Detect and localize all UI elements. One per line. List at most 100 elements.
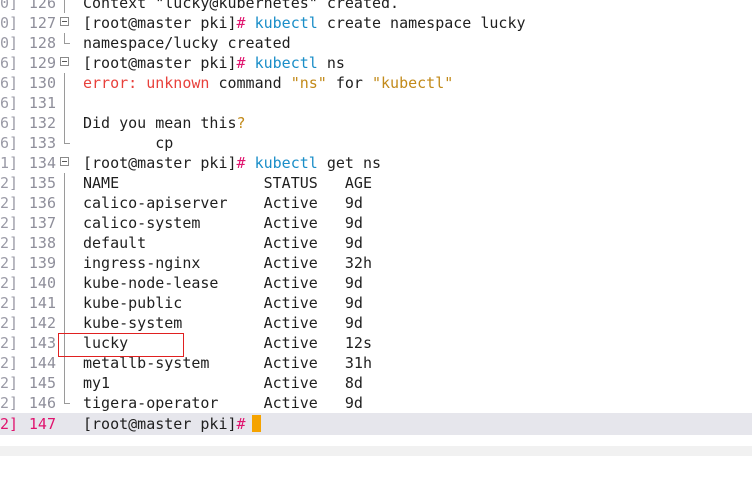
error-word: unknown — [137, 74, 210, 92]
line-number: 144 — [28, 354, 56, 372]
timestamp-fragment: 0] — [0, 14, 19, 32]
timestamp-fragment: 2] — [0, 234, 19, 252]
fold-toggle-icon[interactable] — [60, 57, 69, 66]
command-name: kubectl — [254, 14, 318, 32]
prompt-hash: # — [236, 14, 246, 32]
line-number: 147 — [28, 415, 56, 433]
line-number: 143 — [28, 334, 56, 352]
error-text: command — [209, 74, 291, 92]
line-number: 128 — [28, 34, 56, 52]
timestamp-fragment: 6] — [0, 74, 19, 92]
terminal-line: 6] 130 error: unknown command "ns" for "k… — [0, 73, 752, 93]
output-text: tigera-operator Active 9d — [83, 394, 363, 412]
table-row: 2] 137 calico-system Active 9d — [0, 213, 752, 233]
table-row: 2] 145 my1 Active 8d — [0, 373, 752, 393]
terminal-window[interactable]: 0] 126 Context "lucky@kubernetes" created… — [0, 0, 752, 456]
table-row: 2] 146 tigera-operator Active 9d — [0, 393, 752, 413]
line-number: 132 — [28, 114, 56, 132]
timestamp-fragment: 2] — [0, 254, 19, 272]
highlight-box — [58, 333, 184, 357]
timestamp-fragment: 2] — [0, 354, 19, 372]
timestamp-fragment: 2] — [0, 314, 19, 332]
timestamp-fragment: 2] — [0, 294, 19, 312]
terminal-line: 6] 131 — [0, 93, 752, 113]
output-text: calico-system Active 9d — [83, 214, 363, 232]
prompt-hash: # — [236, 54, 246, 72]
fold-toggle-icon[interactable] — [60, 17, 69, 26]
line-number: 131 — [28, 94, 56, 112]
output-text: namespace/lucky created — [83, 34, 291, 52]
line-number: 135 — [28, 174, 56, 192]
line-number: 130 — [28, 74, 56, 92]
terminal-line: 6] 132 Did you mean this? — [0, 113, 752, 133]
table-row: 2] 142 kube-system Active 9d — [0, 313, 752, 333]
terminal-line: 0] 128 namespace/lucky created — [0, 33, 752, 53]
terminal-line: 1] 134 [root@master pki]# kubectl get ns — [0, 153, 752, 173]
output-text: my1 Active 8d — [83, 374, 363, 392]
timestamp-fragment: 6] — [0, 114, 19, 132]
timestamp-fragment: 0] — [0, 34, 19, 52]
line-number: 126 — [28, 0, 56, 12]
output-text: calico-apiserver Active 9d — [83, 194, 363, 212]
error-text: for — [326, 74, 372, 92]
line-number: 142 — [28, 314, 56, 332]
terminal-line: 0] 126 Context "lucky@kubernetes" created… — [0, 0, 752, 13]
line-number: 141 — [28, 294, 56, 312]
terminal-line: 6] 129 [root@master pki]# kubectl ns — [0, 53, 752, 73]
shell-prompt: [root@master pki] — [83, 154, 237, 172]
error-label: error: — [83, 74, 138, 92]
terminal-line: 0] 127 [root@master pki]# kubectl create … — [0, 13, 752, 33]
line-number: 133 — [28, 134, 56, 152]
line-number: 138 — [28, 234, 56, 252]
table-header-row: 2] 135 NAME STATUS AGE — [0, 173, 752, 193]
line-number: 140 — [28, 274, 56, 292]
output-text: Context "lucky@kubernetes" created. — [83, 0, 400, 12]
timestamp-fragment: 2] — [0, 174, 19, 192]
output-text: kube-node-lease Active 9d — [83, 274, 363, 292]
fold-toggle-icon[interactable] — [60, 157, 69, 166]
question-mark: ? — [236, 114, 246, 132]
output-text: kube-system Active 9d — [83, 314, 363, 332]
timestamp-fragment: 1] — [0, 154, 19, 172]
table-row: 2] 139 ingress-nginx Active 32h — [0, 253, 752, 273]
table-row: 2] 136 calico-apiserver Active 9d — [0, 193, 752, 213]
output-text: cp — [83, 134, 174, 152]
table-row: 2] 138 default Active 9d — [0, 233, 752, 253]
prompt-hash: # — [236, 415, 246, 433]
timestamp-fragment: 2] — [0, 274, 19, 292]
line-number: 146 — [28, 394, 56, 412]
timestamp-fragment: 6] — [0, 94, 19, 112]
timestamp-fragment: 2] — [0, 194, 19, 212]
timestamp-fragment: 2] — [0, 334, 19, 352]
command-args: ns — [317, 54, 345, 72]
output-text: ingress-nginx Active 32h — [83, 254, 372, 272]
error-string: "kubectl" — [372, 74, 454, 92]
shell-prompt: [root@master pki] — [83, 14, 237, 32]
command-name: kubectl — [254, 154, 318, 172]
timestamp-fragment: 0] — [0, 0, 19, 12]
line-number: 136 — [28, 194, 56, 212]
timestamp-fragment: 6] — [0, 54, 19, 72]
bottom-padding — [0, 446, 752, 456]
line-number: 139 — [28, 254, 56, 272]
current-input-line[interactable]: 2] 147 [root@master pki]# — [0, 413, 752, 435]
table-row: 2] 141 kube-public Active 9d — [0, 293, 752, 313]
timestamp-fragment: 2] — [0, 415, 19, 433]
shell-prompt: [root@master pki] — [83, 415, 237, 433]
line-number: 137 — [28, 214, 56, 232]
command-args: create namespace lucky — [317, 14, 526, 32]
text-cursor[interactable] — [251, 415, 261, 432]
command-name: kubectl — [254, 54, 318, 72]
shell-prompt: [root@master pki] — [83, 54, 237, 72]
line-number: 145 — [28, 374, 56, 392]
prompt-hash: # — [236, 154, 246, 172]
output-text: default Active 9d — [83, 234, 363, 252]
output-text: Did you mean this — [83, 114, 237, 132]
output-text: kube-public Active 9d — [83, 294, 363, 312]
line-number: 129 — [28, 54, 56, 72]
line-number: 134 — [28, 154, 56, 172]
line-number: 127 — [28, 14, 56, 32]
timestamp-fragment: 6] — [0, 134, 19, 152]
error-string: "ns" — [290, 74, 327, 92]
terminal-line: 6] 133 cp — [0, 133, 752, 153]
